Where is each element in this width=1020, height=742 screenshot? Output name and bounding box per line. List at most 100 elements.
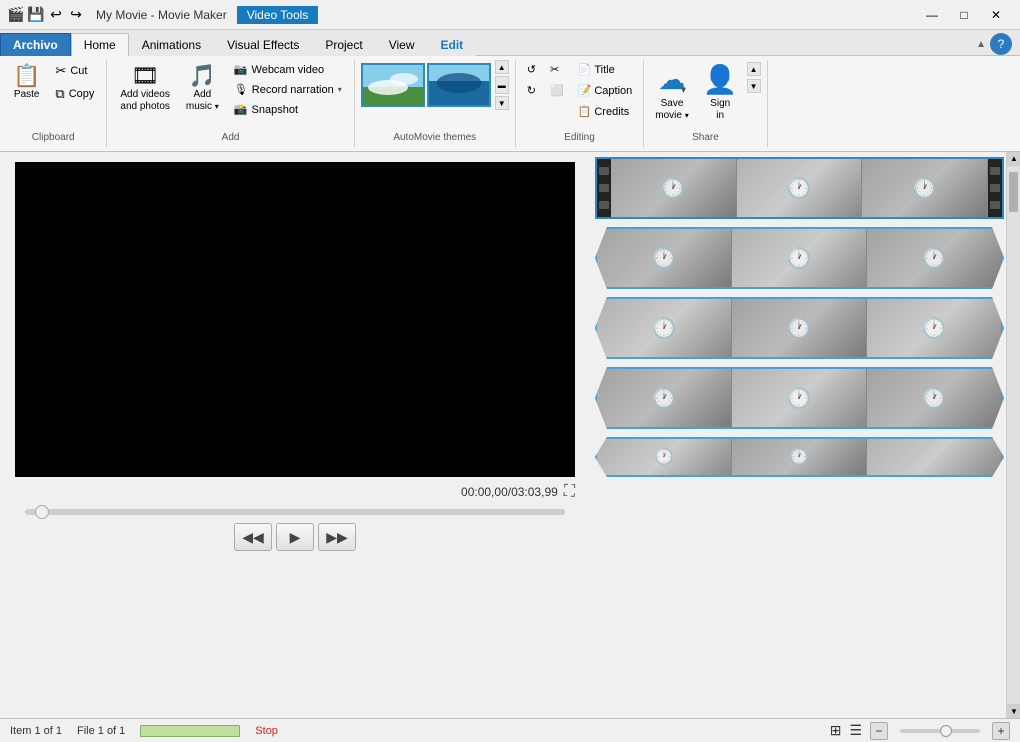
timeline-scroll-thumb[interactable]: [1009, 172, 1018, 212]
timeline-track-4[interactable]: 🕐 🕐 🕐: [595, 367, 1004, 429]
webcam-button[interactable]: 📷 Webcam video: [228, 60, 348, 79]
record-narration-label: Record narration: [252, 84, 334, 96]
title-bar-left: 🎬 💾 ↩ ↪ My Movie - Movie Maker Video Too…: [8, 6, 318, 24]
theme-scroll-middle[interactable]: ▬: [495, 76, 509, 94]
automovie-items: ▲ ▬ ▼: [361, 60, 509, 124]
clock-icon-4-3: 🕐: [922, 386, 947, 411]
save-icon[interactable]: 💾: [28, 7, 44, 23]
timeline-track-5[interactable]: 🕐 🕐: [595, 437, 1004, 477]
frame-3-1: 🕐: [597, 299, 732, 357]
theme-scroll-up[interactable]: ▲: [495, 60, 509, 74]
tab-edit[interactable]: Edit: [428, 33, 477, 56]
ribbon-tabs: Archivo Home Animations Visual Effects P…: [0, 30, 1020, 56]
sign-in-button[interactable]: 👤 Signin: [698, 60, 743, 123]
redo-icon[interactable]: ↪: [68, 7, 84, 23]
timeline-scroll-up[interactable]: ▲: [1007, 152, 1020, 166]
tab-home[interactable]: Home: [71, 33, 129, 56]
paste-label: Paste: [14, 89, 40, 100]
timeline-scrollbar[interactable]: ▲ ▼: [1006, 152, 1020, 718]
next-frame-button[interactable]: ▶▶: [318, 523, 356, 551]
rotate-right-btn[interactable]: ↻: [522, 81, 541, 100]
share-label: Share: [644, 130, 766, 145]
caption-button[interactable]: 📝 Caption: [573, 81, 638, 100]
add-videos-button[interactable]: 🎞 Add videosand photos: [113, 60, 177, 118]
timeline-scroll-down[interactable]: ▼: [1007, 704, 1020, 718]
progress-bar: [140, 725, 240, 737]
storyboard-icon[interactable]: ⊞: [830, 722, 842, 739]
timeline-track-1[interactable]: 🕐 🕐 🕐: [595, 157, 1004, 219]
split-btn[interactable]: ⬜: [545, 81, 569, 100]
file-status: File 1 of 1: [77, 725, 125, 737]
track-2-frames: 🕐 🕐 🕐: [597, 229, 1002, 287]
copy-label: Copy: [69, 88, 95, 100]
frame-1-2: 🕐: [737, 159, 863, 217]
tab-archivo[interactable]: Archivo: [0, 33, 71, 56]
theme-thumb-1[interactable]: [361, 63, 425, 107]
share-scroll-down[interactable]: ▼: [747, 79, 761, 93]
credits-icon: 📋: [578, 105, 592, 118]
share-scroll-up[interactable]: ▲: [747, 62, 761, 76]
stop-button[interactable]: Stop: [255, 725, 278, 737]
zoom-in-button[interactable]: +: [992, 722, 1010, 740]
save-movie-label: Savemovie ▾: [655, 98, 688, 122]
seek-bar[interactable]: [25, 509, 565, 515]
help-button[interactable]: ?: [990, 33, 1012, 55]
sprocket-left-1: [597, 159, 611, 217]
theme-thumb-2[interactable]: [427, 63, 491, 107]
clock-icon-1-3: 🕐: [912, 176, 937, 201]
cut-button[interactable]: ✂ Cut: [49, 60, 100, 82]
tab-view[interactable]: View: [376, 33, 428, 56]
zoom-thumb[interactable]: [940, 725, 952, 737]
trim-icon: ✂: [550, 63, 559, 76]
record-narration-button[interactable]: 🎙 Record narration ▾: [228, 80, 348, 99]
clock-icon-5-2: 🕐: [789, 447, 809, 467]
clock-icon-2-1: 🕐: [652, 246, 677, 271]
preview-area: 00:00,00/03:03,99 ⛶ ◀◀ ▶ ▶▶: [0, 152, 590, 718]
frame-1-1: 🕐: [611, 159, 737, 217]
tab-visual-effects[interactable]: Visual Effects: [214, 33, 312, 56]
paste-icon: 📋: [13, 65, 40, 87]
prev-frame-button[interactable]: ◀◀: [234, 523, 272, 551]
editing-group: ↺ ↻ ✂ ⬜ 📄 Title: [516, 60, 645, 147]
add-music-button[interactable]: 🎵 Addmusic ▾: [179, 60, 226, 118]
maximize-button[interactable]: □: [948, 5, 980, 25]
timeline-track-3[interactable]: 🕐 🕐 🕐: [595, 297, 1004, 359]
track-4-frames: 🕐 🕐 🕐: [597, 369, 1002, 427]
play-button[interactable]: ▶: [276, 523, 314, 551]
frame-4-1: 🕐: [597, 369, 732, 427]
status-right: ⊞ ☰ − +: [830, 722, 1010, 740]
clock-icon-3-3: 🕐: [922, 316, 947, 341]
tab-animations[interactable]: Animations: [129, 33, 214, 56]
ribbon: Archivo Home Animations Visual Effects P…: [0, 30, 1020, 152]
webcam-icon: 📷: [234, 63, 248, 76]
paste-button[interactable]: 📋 Paste: [6, 60, 47, 105]
undo-icon[interactable]: ↩: [48, 7, 64, 23]
editing-items: ↺ ↻ ✂ ⬜ 📄 Title: [522, 60, 638, 135]
zoom-slider[interactable]: [900, 729, 980, 733]
copy-button[interactable]: ⧉ Copy: [49, 83, 100, 105]
timeline-icon[interactable]: ☰: [849, 722, 862, 739]
automovie-group: ▲ ▬ ▼ AutoMovie themes: [355, 60, 516, 147]
fullscreen-button[interactable]: ⛶: [564, 483, 575, 501]
sign-in-icon: 👤: [703, 63, 738, 96]
timeline-track-2[interactable]: 🕐 🕐 🕐: [595, 227, 1004, 289]
collapse-ribbon-btn[interactable]: ▲: [976, 39, 986, 50]
clock-icon-5-1: 🕐: [654, 447, 674, 467]
snapshot-button[interactable]: 📸 Snapshot: [228, 100, 348, 119]
close-button[interactable]: ✕: [980, 5, 1012, 25]
title-button[interactable]: 📄 Title: [573, 60, 638, 79]
save-movie-button[interactable]: ☁ ▾ Savemovie ▾: [650, 60, 693, 123]
frame-3-2: 🕐: [732, 299, 867, 357]
theme-scroll-down[interactable]: ▼: [495, 96, 509, 110]
tab-project[interactable]: Project: [312, 33, 375, 56]
cut-label: Cut: [70, 65, 87, 77]
frame-3-3: 🕐: [867, 299, 1002, 357]
zoom-out-button[interactable]: −: [870, 722, 888, 740]
status-bar: Item 1 of 1 File 1 of 1 Stop ⊞ ☰ − +: [0, 718, 1020, 742]
add-videos-icon: 🎞: [131, 65, 159, 87]
rotate-left-btn[interactable]: ↺: [522, 60, 541, 79]
seek-thumb[interactable]: [35, 505, 49, 519]
minimize-button[interactable]: —: [916, 5, 948, 25]
credits-button[interactable]: 📋 Credits: [573, 102, 638, 121]
trim-btn[interactable]: ✂: [545, 60, 569, 79]
